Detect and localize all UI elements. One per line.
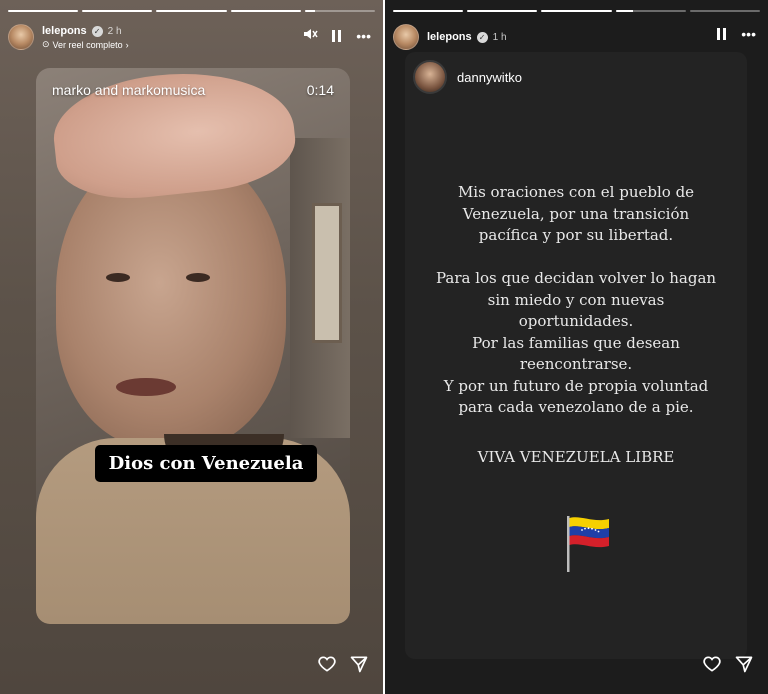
- shared-post-card[interactable]: dannywitko Mis oraciones con el pueblo d…: [405, 52, 747, 659]
- user-line: lelepons ✓ 2 h: [42, 25, 122, 37]
- avatar[interactable]: [8, 24, 34, 50]
- progress-segment: [82, 10, 153, 12]
- reel-icon: ⊙: [42, 39, 50, 49]
- progress-segment: [541, 10, 612, 12]
- avatar[interactable]: [393, 24, 419, 50]
- mute-icon[interactable]: [302, 26, 318, 45]
- progress-segment: [689, 10, 761, 12]
- story-panel-right: lelepons ✓ 1 h ••• dannywitko Mis oracio…: [385, 0, 768, 694]
- username[interactable]: lelepons: [42, 25, 87, 37]
- reel-link-label: Ver reel completo: [52, 39, 123, 50]
- heart-icon[interactable]: [702, 654, 722, 674]
- more-icon[interactable]: •••: [741, 26, 756, 42]
- story-text-line: oportunidades.: [518, 312, 634, 330]
- story-text-line: VIVA VENEZUELA LIBRE: [477, 448, 675, 466]
- story-controls: •••: [302, 26, 371, 45]
- chevron-right-icon: ›: [125, 39, 129, 50]
- story-text-line: pacífica y por su libertad.: [478, 226, 674, 244]
- story-text-line: Venezuela, por una transición: [462, 204, 690, 223]
- video-caption: Dios con Venezuela: [95, 445, 317, 482]
- story-text-line: para cada venezolano de a pie.: [458, 398, 694, 416]
- story-text-line: reencontrarse.: [519, 355, 633, 373]
- venezuela-flag-icon: [567, 516, 609, 572]
- video-credit: marko and markomusica: [52, 82, 206, 98]
- progress-segment: [156, 10, 227, 12]
- story-actions: [317, 654, 369, 674]
- story-progress-bar: [8, 10, 376, 12]
- story-actions: [702, 654, 754, 674]
- progress-segment: [304, 10, 376, 12]
- story-text-line: Para los que decidan volver lo hagan: [435, 269, 717, 287]
- progress-segment: [393, 10, 464, 12]
- avatar[interactable]: [413, 60, 447, 94]
- card-header: dannywitko: [413, 60, 522, 94]
- story-text-line: Por las familias que desean: [472, 333, 680, 352]
- progress-segment: [230, 10, 301, 12]
- verified-badge-icon: ✓: [91, 25, 103, 37]
- story-header: lelepons ✓ 2 h ⊙ Ver reel completo › •••: [8, 22, 375, 54]
- video-mouth: [116, 378, 176, 396]
- username[interactable]: lelepons: [427, 31, 472, 43]
- send-icon[interactable]: [349, 654, 369, 674]
- video-eye: [186, 273, 210, 282]
- timestamp: 2 h: [107, 25, 122, 37]
- pause-icon[interactable]: [717, 28, 727, 40]
- pause-icon[interactable]: [332, 29, 342, 42]
- more-icon[interactable]: •••: [356, 28, 371, 44]
- progress-segment: [467, 10, 538, 12]
- timestamp: 1 h: [492, 31, 507, 43]
- story-controls: •••: [717, 26, 756, 42]
- story-header: lelepons ✓ 1 h •••: [393, 22, 760, 54]
- verified-badge-icon: ✓: [476, 31, 488, 43]
- heart-icon[interactable]: [317, 654, 337, 674]
- story-panel-left: lelepons ✓ 2 h ⊙ Ver reel completo › •••…: [0, 0, 383, 694]
- reel-link[interactable]: ⊙ Ver reel completo ›: [42, 39, 129, 50]
- video-eye: [106, 273, 130, 282]
- video-timer: 0:14: [306, 82, 334, 98]
- progress-segment: [8, 10, 79, 12]
- story-progress-bar: [393, 10, 761, 12]
- card-username[interactable]: dannywitko: [457, 70, 522, 85]
- story-text-line: sin miedo y con nuevas: [487, 290, 665, 309]
- reel-video[interactable]: marko and markomusica 0:14 Dios con Vene…: [36, 68, 350, 624]
- user-line: lelepons ✓ 1 h: [427, 31, 507, 43]
- send-icon[interactable]: [734, 654, 754, 674]
- story-text-line: Y por un futuro de propia voluntad: [443, 376, 709, 395]
- progress-segment: [615, 10, 686, 12]
- video-picture-frame: [312, 203, 342, 343]
- story-text-line: Mis oraciones con el pueblo de: [457, 183, 695, 201]
